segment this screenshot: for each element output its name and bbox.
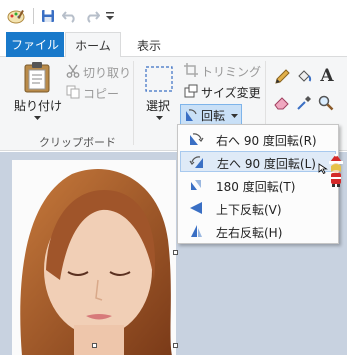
menu-item-label: 左右反転(H) [216,226,283,240]
flip-horizontal-icon [191,225,202,237]
chevron-down-icon[interactable] [33,115,41,121]
undo-icon[interactable] [61,8,79,24]
rotate-label: 回転 [201,109,226,123]
portrait-photo [12,160,176,355]
select-button[interactable]: 選択 [146,97,170,114]
menu-item-rotate-right[interactable]: 右へ 90 度回転(R) [180,129,336,150]
tab-home[interactable]: ホーム [65,32,121,58]
menu-item-rotate-180[interactable]: 180 度回転(T) [180,175,336,196]
divider [33,8,34,24]
menu-item-label: 左へ 90 度回転(L) [217,157,316,171]
menu-item-label: 右へ 90 度回転(R) [216,134,317,148]
select-icon[interactable] [144,65,174,93]
pencil-icon[interactable] [274,69,290,85]
customize-toolbar-icon[interactable] [104,8,116,24]
resize-handle[interactable] [173,250,178,255]
scissors-icon [66,64,80,78]
chevron-down-icon[interactable] [155,115,163,121]
resize-handle[interactable] [173,343,178,348]
save-icon[interactable] [39,8,57,24]
text-tool-icon[interactable]: A [318,66,336,86]
fill-bucket-icon[interactable] [296,69,312,85]
crop-button[interactable]: トリミング [201,63,261,80]
redo-icon[interactable] [83,8,101,24]
copy-icon [66,85,80,99]
resize-handle[interactable] [92,343,97,348]
paste-button[interactable]: 貼り付け [14,97,62,114]
rotate-icon [184,108,198,122]
rotate-left-icon [189,156,203,168]
divider [133,61,134,145]
magnifier-icon[interactable] [318,95,334,111]
menu-item-label: 上下反転(V) [216,203,282,217]
rotate-right-icon [190,133,204,145]
chevron-down-icon [231,113,238,118]
resize-button[interactable]: サイズ変更 [201,84,261,101]
clipboard-group-label: クリップボード [39,136,116,149]
rotate-180-icon [191,180,201,190]
clipboard-paste-icon[interactable] [20,61,54,93]
rotate-button[interactable]: 回転 [180,104,242,126]
title-bar [0,0,347,32]
paint-app-icon[interactable] [6,8,28,24]
color-picker-icon[interactable] [296,95,312,111]
ribbon-tab-row: ファイル ホーム 表示 [0,32,347,58]
rotate-dropdown-menu: 右へ 90 度回転(R) 左へ 90 度回転(L) 180 度回転(T) 上下反… [177,124,339,244]
menu-item-flip-horizontal[interactable]: 左右反転(H) [180,221,336,242]
copy-button[interactable]: コピー [83,85,119,102]
menu-item-flip-vertical[interactable]: 上下反転(V) [180,198,336,219]
resize-icon [184,84,198,98]
menu-item-label: 180 度回転(T) [216,180,296,194]
tab-view[interactable]: 表示 [124,32,174,58]
eraser-icon[interactable] [274,95,290,111]
crop-icon [184,63,198,77]
menu-item-rotate-left[interactable]: 左へ 90 度回転(L) [180,151,336,172]
santa-character-icon [327,153,345,188]
cut-button[interactable]: 切り取り [83,64,131,81]
canvas-image[interactable] [12,160,176,355]
flip-vertical-icon [190,202,202,214]
tab-file[interactable]: ファイル [6,32,64,57]
